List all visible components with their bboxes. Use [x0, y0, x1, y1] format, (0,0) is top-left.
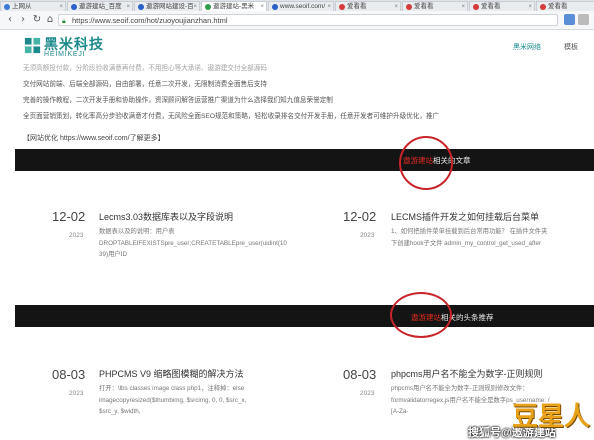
browser-tab[interactable]: 遨游网站建设-百 × [134, 1, 200, 11]
article-excerpt: 1、如何把插件菜单挂载到后台常用功能？ 在插件文件夹 下创建hook子文件 ad… [391, 228, 548, 247]
extension-icon[interactable] [564, 14, 575, 25]
article-date: 12-02 [52, 209, 86, 224]
article-date: 08-03 [52, 367, 86, 382]
article-paragraph: 交付网站前端、后端全部源码，自由部署，任意二次开发，无限制消费全面售后支持 [23, 81, 267, 88]
article-paragraph: 无须高额投付款，分阶段验收满意再付费，不用担心等大承诺、遨游建交付全部源码 [23, 65, 267, 72]
tab-label: 爱看看 [414, 3, 434, 10]
url-text: https://www.seoif.com/hot/zuoyoujianzhan… [72, 16, 228, 25]
lock-icon: 🔒︎ [62, 17, 66, 25]
tab-close-icon[interactable]: × [59, 2, 63, 11]
article-paragraph: 全页面营销策划，转化率高分步验收满意才付费，无风险全面SEO规范和策略，轻松收录… [23, 113, 440, 120]
nav-item-heimi[interactable]: 黑米网络 [513, 42, 541, 52]
article-title[interactable]: PHPCMS V9 缩略图模糊的解决方法 [99, 367, 244, 380]
annotation-circle [390, 292, 452, 338]
tab-favicon-icon [272, 4, 278, 10]
article-date: 12-02 [343, 209, 377, 224]
tab-label: 上网从 [12, 3, 32, 10]
forward-icon[interactable]: › [17, 14, 29, 26]
tab-label: 遨游建站_百度 [79, 3, 122, 10]
tab-favicon-icon [205, 4, 211, 10]
tab-label: 遨游建站-黑米 [213, 3, 255, 10]
tab-favicon-icon [71, 4, 77, 10]
headline-recommend-bar [15, 305, 594, 327]
browser-tab[interactable]: 爱看看 × [402, 1, 468, 11]
reload-icon[interactable]: ↻ [31, 14, 43, 26]
tab-label: www.seoif.com/ [280, 3, 326, 10]
tab-favicon-icon [339, 4, 345, 10]
browser-tab[interactable]: 遨游建站-黑米 × [201, 1, 267, 11]
article-excerpt: 数据表以及的说明：用户表 DROPTABLEIFEXISTSpre_user;C… [99, 228, 287, 258]
browser-tab[interactable]: 爱看看× [536, 1, 594, 11]
url-input[interactable]: 🔒︎ https://www.seoif.com/hot/zuoyoujianz… [58, 14, 558, 26]
home-icon[interactable]: ⌂ [44, 14, 56, 26]
watermark-logo: 豆星人 [512, 401, 591, 431]
browser-address-bar: ‹ › ↻ ⌂ 🔒︎ https://www.seoif.com/hot/zuo… [0, 11, 594, 30]
article-year: 2023 [69, 390, 84, 397]
tab-favicon-icon [473, 4, 479, 10]
tab-close-icon[interactable]: × [193, 2, 197, 11]
browser-tab[interactable]: 遨游建站_百度 × [67, 1, 133, 11]
menu-icon[interactable] [578, 14, 589, 25]
browser-tab[interactable]: 上网从 × [0, 1, 66, 11]
related-articles-bar [15, 149, 594, 171]
article-year: 2023 [69, 232, 84, 239]
article-excerpt: 打开：\lbs classes image class php1，注释掉：els… [99, 385, 247, 415]
tab-label: 遨游网站建设-百 [146, 3, 194, 10]
seo-link-line[interactable]: 【网站优化 https://www.seoif.com/了解更多】 [23, 133, 165, 143]
tab-close-icon[interactable]: × [126, 2, 130, 11]
tab-close-icon[interactable]: × [260, 2, 264, 11]
annotation-circle [399, 136, 453, 190]
tab-label: 爱看看 [347, 3, 367, 10]
back-icon[interactable]: ‹ [4, 14, 16, 26]
tab-close-icon[interactable]: × [394, 2, 398, 11]
tab-close-icon[interactable]: × [528, 2, 532, 11]
tab-favicon-icon [4, 4, 10, 10]
article-title[interactable]: LECMS插件开发之如何挂载后台菜单 [391, 210, 539, 223]
logo-icon[interactable] [23, 36, 42, 55]
tab-favicon-icon [138, 4, 144, 10]
tab-close-icon[interactable]: × [461, 2, 465, 11]
article-year: 2023 [360, 232, 375, 239]
article-title[interactable]: Lecms3.03数据库表以及字段说明 [99, 210, 233, 223]
tab-close-icon[interactable]: × [327, 2, 331, 11]
article-year: 2023 [360, 390, 375, 397]
nav-item-templates[interactable]: 模板 [564, 42, 578, 52]
browser-tab[interactable]: 爱看看 × [335, 1, 401, 11]
article-date: 08-03 [343, 367, 377, 382]
browser-tab[interactable]: www.seoif.com/× [268, 1, 334, 11]
tab-favicon-icon [406, 4, 412, 10]
tab-favicon-icon [540, 4, 546, 10]
site-logo-subtext: HEIMIKEJI [44, 51, 86, 58]
tab-label: 爱看看 [548, 3, 568, 10]
article-title[interactable]: phpcms用户名不能全为数字-正则规则 [391, 367, 543, 380]
article-paragraph: 完善的操作教程，二次开发手册和协助操作，资深顾问解答运营推广渠道为什么选择我们知… [23, 97, 333, 104]
tab-label: 爱看看 [481, 3, 501, 10]
browser-tab[interactable]: 爱看看 × [469, 1, 535, 11]
